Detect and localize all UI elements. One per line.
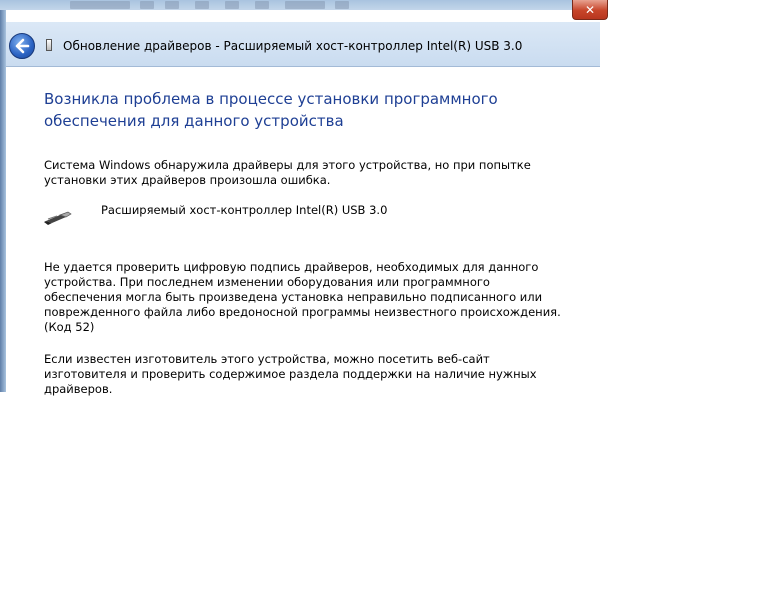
device-row: Расширяемый хост-контроллер Intel(R) USB… bbox=[44, 203, 589, 243]
back-button[interactable] bbox=[9, 33, 35, 59]
driver-update-dialog: ✕ Обновление драйверов - Расширяемый хос… bbox=[6, 0, 608, 396]
error-message: Не удается проверить цифровую подпись др… bbox=[44, 260, 561, 334]
intro-text: Система Windows обнаружила драйверы для … bbox=[44, 158, 531, 187]
error-heading: Возникла проблема в процессе установки п… bbox=[44, 90, 498, 130]
device-manager-icon bbox=[46, 39, 52, 51]
advice-text: Если известен изготовитель этого устройс… bbox=[44, 352, 537, 396]
back-arrow-icon bbox=[15, 38, 30, 54]
usb-plug-icon bbox=[44, 211, 72, 225]
dialog-content: Возникла проблема в процессе установки п… bbox=[44, 88, 594, 396]
device-name: Расширяемый хост-контроллер Intel(R) USB… bbox=[101, 203, 388, 217]
title-bar: Обновление драйверов - Расширяемый хост-… bbox=[6, 22, 600, 67]
close-button[interactable]: ✕ bbox=[572, 0, 608, 20]
window-title: Обновление драйверов - Расширяемый хост-… bbox=[63, 39, 523, 53]
